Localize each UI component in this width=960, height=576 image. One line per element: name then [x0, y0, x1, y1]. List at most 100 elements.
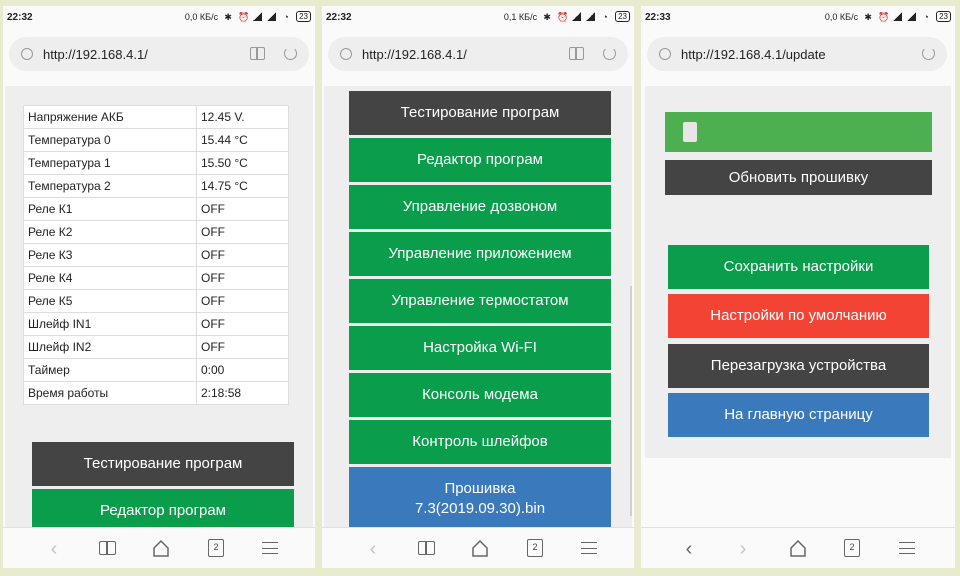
address-bar[interactable]: http://192.168.4.1/update	[647, 37, 947, 71]
app-control-button[interactable]: Управление приложением	[349, 232, 611, 276]
table-key: Шлейф IN1	[23, 312, 197, 336]
reader-mode-icon[interactable]	[569, 47, 584, 60]
modem-console-button[interactable]: Консоль модема	[349, 373, 611, 417]
back-icon[interactable]: ‹	[43, 538, 65, 560]
menu-icon[interactable]	[262, 542, 278, 554]
table-value: 15.44 °C	[196, 128, 289, 152]
program-editor-button[interactable]: Редактор програм	[32, 489, 294, 527]
back-icon[interactable]: ‹	[362, 538, 384, 560]
address-bar[interactable]: http://192.168.4.1/	[9, 37, 309, 71]
menu-icon[interactable]	[899, 542, 915, 554]
home-icon[interactable]	[789, 539, 807, 557]
reader-mode-icon[interactable]	[250, 47, 265, 60]
wifi-icon: ◔	[923, 11, 929, 22]
url-text[interactable]: http://192.168.4.1/update	[681, 47, 826, 62]
globe-icon	[659, 48, 671, 60]
thermostat-control-button[interactable]: Управление термостатом	[349, 279, 611, 323]
page-content: Обновить прошивку Сохранить настройки На…	[645, 86, 951, 458]
home-icon[interactable]	[471, 539, 489, 557]
bluetooth-icon: ✱	[543, 11, 551, 22]
reload-icon[interactable]	[284, 47, 297, 60]
table-row: Температура 0 15.44 °C	[23, 128, 289, 152]
table-row: Время работы 2:18:58	[23, 381, 289, 405]
status-time: 22:32	[326, 12, 352, 23]
update-firmware-button[interactable]: Обновить прошивку	[665, 160, 932, 195]
globe-icon	[21, 48, 33, 60]
url-text[interactable]: http://192.168.4.1/	[43, 47, 148, 62]
network-speed: 0,0 КБ/с	[184, 11, 219, 22]
table-key: Реле К1	[23, 197, 197, 221]
table-value: 12.45 V.	[196, 105, 289, 129]
table-value: OFF	[196, 243, 289, 267]
table-key: Температура 1	[23, 151, 197, 175]
phone-screen-menu: 22:32 0,1 КБ/с ✱ ⏰ ◔ 23 http://192.168.4…	[322, 6, 634, 568]
status-icons: 0,1 КБ/с ✱ ⏰ ◔ 23	[504, 11, 630, 22]
battery-icon: 23	[936, 11, 951, 22]
loop-control-button[interactable]: Контроль шлейфов	[349, 420, 611, 464]
status-icons: 0,0 КБ/с ✱ ⏰ ◔ 23	[825, 11, 951, 22]
table-value: OFF	[196, 289, 289, 313]
scrollbar[interactable]	[630, 286, 632, 516]
back-icon[interactable]: ‹	[678, 538, 700, 560]
firmware-button[interactable]: Прошивка 7.3(2019.09.30).bin	[349, 467, 611, 527]
table-key: Таймер	[23, 358, 197, 382]
tabs-icon[interactable]: 2	[844, 539, 860, 557]
page-content: Тестирование програм Редактор програм Уп…	[324, 86, 632, 527]
reload-icon[interactable]	[922, 47, 935, 60]
bluetooth-icon: ✱	[224, 11, 232, 22]
table-value: OFF	[196, 220, 289, 244]
bookmarks-icon[interactable]	[418, 541, 435, 555]
table-row: Реле К5 OFF	[23, 289, 289, 313]
table-value: 14.75 °C	[196, 174, 289, 198]
table-key: Температура 0	[23, 128, 197, 152]
network-speed: 0,1 КБ/с	[503, 11, 538, 22]
status-bar: 22:32 0,1 КБ/с ✱ ⏰ ◔ 23	[322, 6, 634, 28]
home-page-button[interactable]: На главную страницу	[668, 393, 929, 437]
signal-icon	[893, 12, 903, 21]
forward-icon[interactable]: ›	[732, 538, 754, 560]
signal-icon	[253, 12, 263, 21]
status-icons: 0,0 КБ/с ✱ ⏰ ◔ 23	[185, 11, 311, 22]
table-key: Реле К5	[23, 289, 197, 313]
table-row: Температура 2 14.75 °C	[23, 174, 289, 198]
wifi-settings-button[interactable]: Настройка Wi-FI	[349, 326, 611, 370]
reload-icon[interactable]	[603, 47, 616, 60]
table-row: Реле К1 OFF	[23, 197, 289, 221]
network-speed: 0,0 КБ/с	[824, 11, 859, 22]
status-time: 22:32	[7, 12, 33, 23]
testing-programs-button[interactable]: Тестирование програм	[32, 442, 294, 486]
table-row: Реле К4 OFF	[23, 266, 289, 290]
program-editor-button[interactable]: Редактор програм	[349, 138, 611, 182]
table-key: Реле К4	[23, 266, 197, 290]
menu-icon[interactable]	[581, 542, 597, 554]
dial-control-button[interactable]: Управление дозвоном	[349, 185, 611, 229]
address-bar[interactable]: http://192.168.4.1/	[328, 37, 628, 71]
browser-bottom-nav: ‹ › 2	[641, 527, 955, 568]
home-icon[interactable]	[152, 539, 170, 557]
wifi-icon: ◔	[602, 11, 608, 22]
default-settings-button[interactable]: Настройки по умолчанию	[668, 294, 929, 338]
table-row: Реле К3 OFF	[23, 243, 289, 267]
table-value: 15.50 °C	[196, 151, 289, 175]
table-value: OFF	[196, 312, 289, 336]
table-row: Реле К2 OFF	[23, 220, 289, 244]
reboot-device-button[interactable]: Перезагрузка устройства	[668, 344, 929, 388]
tabs-icon[interactable]: 2	[208, 539, 224, 557]
save-settings-button[interactable]: Сохранить настройки	[668, 245, 929, 289]
status-time: 22:33	[645, 12, 671, 23]
tabs-icon[interactable]: 2	[527, 539, 543, 557]
table-key: Реле К2	[23, 220, 197, 244]
table-key: Реле К3	[23, 243, 197, 267]
bluetooth-icon: ✱	[864, 11, 872, 22]
table-row: Напряжение АКБ 12.45 V.	[23, 105, 289, 129]
signal-icon	[586, 12, 596, 21]
table-value: 2:18:58	[196, 381, 289, 405]
table-row: Температура 1 15.50 °C	[23, 151, 289, 175]
testing-programs-button[interactable]: Тестирование програм	[349, 91, 611, 135]
table-key: Напряжение АКБ	[23, 105, 197, 129]
status-bar: 22:32 0,0 КБ/с ✱ ⏰ ◔ 23	[3, 6, 315, 28]
url-text[interactable]: http://192.168.4.1/	[362, 47, 467, 62]
alarm-icon: ⏰	[238, 11, 250, 22]
bookmarks-icon[interactable]	[99, 541, 116, 555]
signal-icon	[907, 12, 917, 21]
